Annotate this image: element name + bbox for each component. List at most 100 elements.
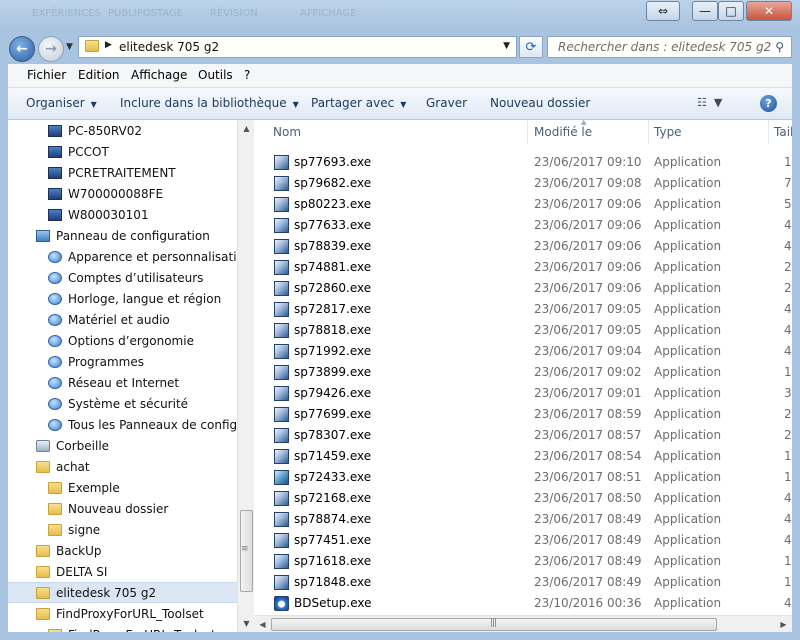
column-header-size[interactable]: Taill	[768, 120, 792, 144]
file-row[interactable]: sp72168.exe 23/06/2017 08:50 Application 4	[254, 487, 792, 508]
column-header-name[interactable]: Nom	[267, 120, 527, 144]
maximize-button[interactable]: □	[718, 1, 744, 21]
swap-window-button[interactable]: ⇔	[646, 1, 680, 21]
nav-item[interactable]: Options d’ergonomie	[8, 330, 237, 351]
nav-item-label: Apparence et personnalisation	[68, 249, 237, 264]
breadcrumb-chevron-icon[interactable]: ▶	[105, 40, 112, 50]
menu-outils[interactable]: Outils	[198, 68, 233, 82]
file-row[interactable]: sp72433.exe 23/06/2017 08:51 Application 1	[254, 466, 792, 487]
nav-item[interactable]: FindProxyForURL_Toolset	[8, 603, 237, 624]
column-header-modified[interactable]: Modifié le	[528, 120, 648, 144]
nav-item[interactable]: signe	[8, 519, 237, 540]
file-row[interactable]: sp71848.exe 23/06/2017 08:49 Application 1	[254, 571, 792, 592]
nav-item[interactable]: achat	[8, 456, 237, 477]
file-type: Application	[654, 407, 722, 421]
refresh-button[interactable]: ⟳	[519, 36, 543, 58]
nav-item[interactable]: PC-850RV02	[8, 120, 237, 141]
nav-item[interactable]: Horloge, langue et région	[8, 288, 237, 309]
file-row[interactable]: sp78874.exe 23/06/2017 08:49 Application 4	[254, 508, 792, 529]
nav-item[interactable]: Corbeille	[8, 435, 237, 456]
file-row[interactable]: sp71992.exe 23/06/2017 09:04 Application 4	[254, 340, 792, 361]
menu-fichier[interactable]: Fichier	[27, 68, 66, 82]
nav-item[interactable]: elitedesk 705 g2	[8, 582, 237, 603]
nav-scrollbar[interactable]: ▲ ≡ ▼	[237, 120, 254, 632]
file-row[interactable]: sp77633.exe 23/06/2017 09:06 Application 4	[254, 214, 792, 235]
nav-item[interactable]: Programmes	[8, 351, 237, 372]
search-input[interactable]: Rechercher dans : elitedesk 705 g2 ⚲	[547, 36, 792, 58]
nav-item[interactable]: W700000088FE	[8, 183, 237, 204]
menu-help[interactable]: ?	[244, 68, 250, 82]
nav-item[interactable]: Matériel et audio	[8, 309, 237, 330]
minimize-button[interactable]: —	[692, 1, 718, 21]
help-icon[interactable]: ?	[760, 95, 777, 112]
nav-item[interactable]: Apparence et personnalisation	[8, 246, 237, 267]
view-options-icon[interactable]: ☷ ▼	[697, 96, 722, 109]
file-row[interactable]: sp72860.exe 23/06/2017 09:06 Application 2	[254, 277, 792, 298]
nav-item-label: Tous les Panneaux de configura	[68, 417, 237, 432]
file-date: 23/06/2017 09:06	[534, 197, 642, 211]
close-icon: ✕	[763, 4, 775, 18]
breadcrumb[interactable]: elitedesk 705 g2	[119, 40, 219, 54]
nav-item[interactable]: Système et sécurité	[8, 393, 237, 414]
nav-item[interactable]: BackUp	[8, 540, 237, 561]
application-icon	[274, 554, 289, 569]
nav-item[interactable]: DELTA SI	[8, 561, 237, 582]
file-row[interactable]: BDSetup.exe 23/10/2016 00:36 Application 4	[254, 592, 792, 613]
file-type: Application	[654, 428, 722, 442]
file-row[interactable]: sp78818.exe 23/06/2017 09:05 Application 4	[254, 319, 792, 340]
nav-item[interactable]: FindProxyForURL_Toolset	[8, 624, 237, 632]
forward-button[interactable]: →	[38, 36, 64, 62]
nav-item-label: W700000088FE	[68, 186, 164, 201]
nav-item[interactable]: Panneau de configuration	[8, 225, 237, 246]
organize-button[interactable]: Organiser ▼	[26, 96, 97, 110]
nav-item[interactable]: PCCOT	[8, 141, 237, 162]
share-button[interactable]: Partager avec ▼	[311, 96, 406, 110]
nav-item[interactable]: Nouveau dossier	[8, 498, 237, 519]
menu-affichage[interactable]: Affichage	[131, 68, 187, 82]
file-row[interactable]: sp71459.exe 23/06/2017 08:54 Application 18	[254, 445, 792, 466]
nav-item[interactable]: Tous les Panneaux de configura	[8, 414, 237, 435]
file-row[interactable]: sp73899.exe 23/06/2017 09:02 Application 1	[254, 361, 792, 382]
file-name: sp73899.exe	[294, 365, 372, 379]
horizontal-scrollbar[interactable]: ◀ ||| ▶	[254, 615, 792, 632]
column-header-type[interactable]: Type	[648, 120, 768, 144]
file-row[interactable]: sp77699.exe 23/06/2017 08:59 Application 29	[254, 403, 792, 424]
nav-item[interactable]: W800030101	[8, 204, 237, 225]
computer-icon	[48, 166, 62, 179]
ghost-tab-publipostage: PUBLIPOSTAGE	[108, 8, 184, 19]
file-row[interactable]: sp77451.exe 23/06/2017 08:49 Application 4	[254, 529, 792, 550]
nav-item[interactable]: Exemple	[8, 477, 237, 498]
file-row[interactable]: sp79426.exe 23/06/2017 09:01 Application 36	[254, 382, 792, 403]
address-dropdown-icon[interactable]: ▼	[503, 41, 510, 51]
file-row[interactable]: sp78307.exe 23/06/2017 08:57 Application 26	[254, 424, 792, 445]
include-library-button[interactable]: Inclure dans la bibliothèque ▼	[120, 96, 299, 110]
scroll-up-icon[interactable]: ▲	[238, 120, 255, 137]
nav-item-label: PC-850RV02	[68, 123, 143, 138]
address-bar[interactable]: ▶ elitedesk 705 g2 ▼	[78, 36, 517, 58]
search-icon[interactable]: ⚲	[775, 40, 784, 54]
file-row[interactable]: sp74881.exe 23/06/2017 09:06 Application 2	[254, 256, 792, 277]
file-row[interactable]: sp78839.exe 23/06/2017 09:06 Application 4	[254, 235, 792, 256]
file-row[interactable]: sp72817.exe 23/06/2017 09:05 Application 4	[254, 298, 792, 319]
file-name: sp79426.exe	[294, 386, 372, 400]
file-row[interactable]: sp77693.exe 23/06/2017 09:10 Application 14	[254, 151, 792, 172]
back-button[interactable]: ←	[9, 36, 35, 62]
file-row[interactable]: sp79682.exe 23/06/2017 09:08 Application 7	[254, 172, 792, 193]
nav-item[interactable]: PCRETRAITEMENT	[8, 162, 237, 183]
close-button[interactable]: ✕	[746, 1, 792, 21]
file-row[interactable]: sp71618.exe 23/06/2017 08:49 Application 1	[254, 550, 792, 571]
nav-item[interactable]: Comptes d’utilisateurs	[8, 267, 237, 288]
ghost-tab-revision: RÉVISION	[210, 8, 258, 19]
scroll-left-icon[interactable]: ◀	[254, 616, 271, 633]
burn-button[interactable]: Graver	[426, 96, 467, 110]
scroll-down-icon[interactable]: ▼	[238, 615, 255, 632]
nav-item[interactable]: Réseau et Internet	[8, 372, 237, 393]
file-name: sp77699.exe	[294, 407, 372, 421]
application-icon	[274, 575, 289, 590]
menu-edition[interactable]: Edition	[78, 68, 120, 82]
file-name: sp72433.exe	[294, 470, 372, 484]
file-row[interactable]: sp80223.exe 23/06/2017 09:06 Application 5	[254, 193, 792, 214]
recent-pages-dropdown[interactable]: ▼	[66, 42, 73, 52]
new-folder-button[interactable]: Nouveau dossier	[490, 96, 590, 110]
scroll-right-icon[interactable]: ▶	[775, 616, 792, 633]
